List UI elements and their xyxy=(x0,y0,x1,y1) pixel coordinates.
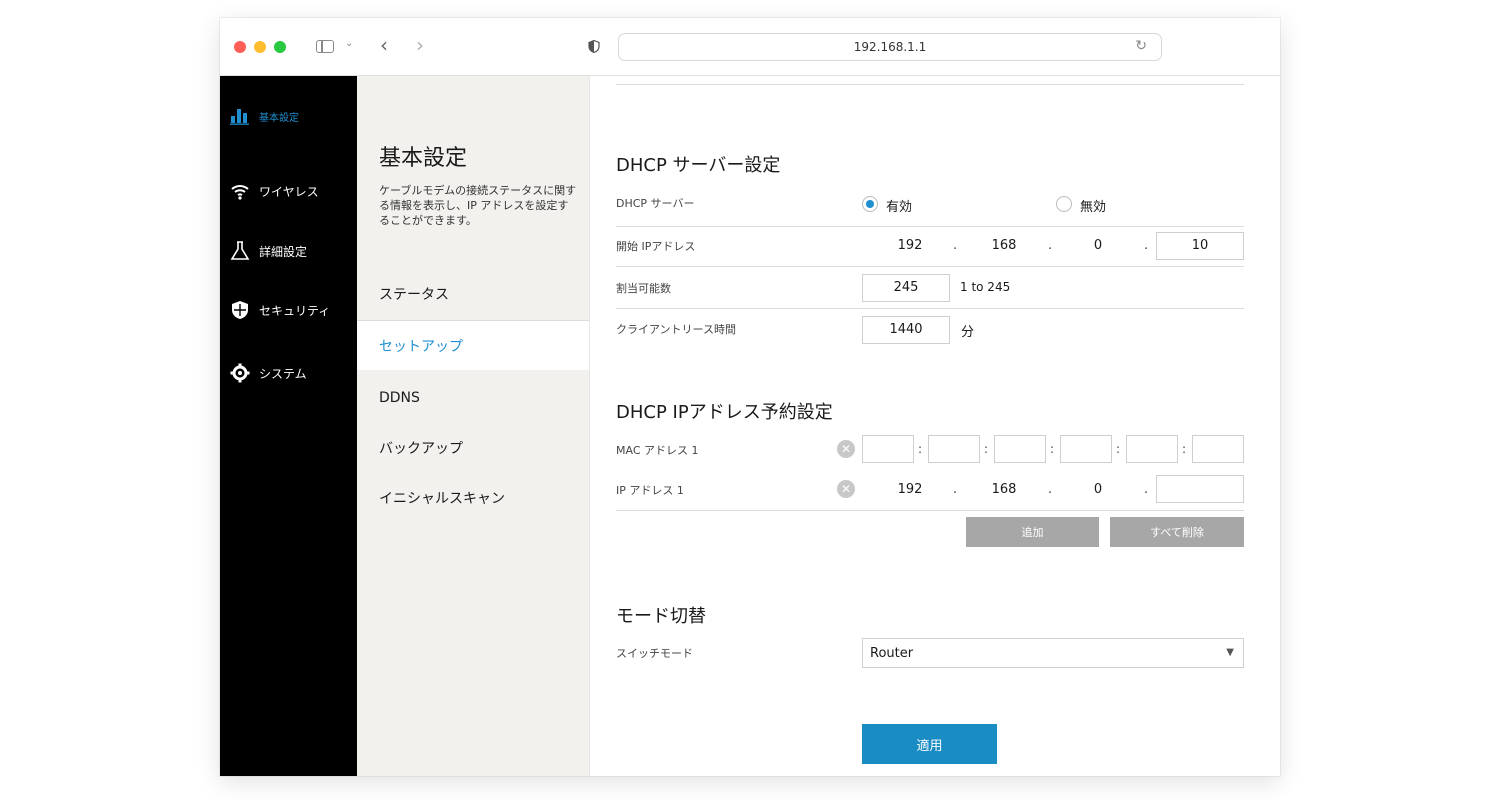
switch-mode-label: スイッチモード xyxy=(616,647,693,660)
zoom-window-button[interactable] xyxy=(274,41,286,53)
mac-colon: : xyxy=(1050,442,1055,456)
switch-mode-select[interactable]: Router ▼ xyxy=(862,638,1244,668)
flask-icon xyxy=(230,241,250,261)
assignable-range: 1 to 245 xyxy=(960,280,1011,294)
dhcp-disabled-radio[interactable] xyxy=(1056,196,1072,212)
mac-octet-2-input[interactable] xyxy=(928,435,980,463)
remove-ip-icon[interactable]: ✕ xyxy=(837,480,855,498)
start-ip-octet-2: 168 xyxy=(991,238,1017,253)
lease-time-label: クライアントリース時間 xyxy=(616,323,737,336)
reserve-ip-octet-4-input[interactable] xyxy=(1156,475,1244,503)
url-text: 192.168.1.1 xyxy=(853,40,927,54)
reserve-ip-octet-2: 168 xyxy=(991,482,1017,497)
mac-octet-3-input[interactable] xyxy=(994,435,1046,463)
start-ip-octet-1: 192 xyxy=(897,238,923,253)
switch-mode-value: Router xyxy=(870,646,914,661)
nav-label: 詳細設定 xyxy=(259,244,308,259)
dhcp-disabled-label: 無効 xyxy=(1080,200,1107,215)
mac-address-label: MAC アドレス 1 xyxy=(616,444,699,457)
minimize-window-button[interactable] xyxy=(254,41,266,53)
nav-item-basic-settings[interactable]: 基本設定 xyxy=(230,104,299,128)
assignable-count-input[interactable]: 245 xyxy=(862,274,950,302)
primary-nav: 基本設定 ワイヤレス 詳細設定 セキュリティ システム xyxy=(220,76,357,776)
main-content: DHCP サーバー設定 DHCP サーバー 有効 無効 開始 IPアドレス 19… xyxy=(590,76,1280,776)
reserve-ip-octet-3: 0 xyxy=(1093,482,1103,497)
privacy-shield-icon[interactable] xyxy=(588,40,600,53)
dhcp-enabled-radio[interactable] xyxy=(862,196,878,212)
nav-item-wireless[interactable]: ワイヤレス xyxy=(230,179,319,203)
lease-time-unit: 分 xyxy=(961,325,975,340)
mac-colon: : xyxy=(1116,442,1121,456)
ip-dot: . xyxy=(1048,238,1053,253)
divider xyxy=(616,226,1244,227)
forward-arrow-icon[interactable]: › xyxy=(416,33,424,57)
mac-colon: : xyxy=(984,442,989,456)
divider xyxy=(616,266,1244,267)
nav-label: 基本設定 xyxy=(259,112,299,124)
ip-address-label: IP アドレス 1 xyxy=(616,484,684,497)
mode-section-title: モード切替 xyxy=(616,606,706,627)
mac-octet-4-input[interactable] xyxy=(1060,435,1112,463)
mac-octet-5-input[interactable] xyxy=(1126,435,1178,463)
address-bar[interactable]: 192.168.1.1 ↻ xyxy=(618,33,1162,61)
reservation-section-title: DHCP IPアドレス予約設定 xyxy=(616,402,833,423)
nav-label: ワイヤレス xyxy=(259,184,319,199)
reserve-ip-octet-1: 192 xyxy=(897,482,923,497)
nav-item-security[interactable]: セキュリティ xyxy=(230,298,330,322)
assignable-count-label: 割当可能数 xyxy=(616,282,671,295)
wifi-icon xyxy=(230,181,250,201)
mac-colon: : xyxy=(1182,442,1187,456)
gear-icon xyxy=(230,363,250,383)
dhcp-server-label: DHCP サーバー xyxy=(616,197,695,210)
page-description: ケーブルモデムの接続ステータスに関する情報を表示し、IP アドレスを設定すること… xyxy=(379,184,577,227)
dropdown-arrow-icon: ▼ xyxy=(1226,647,1234,658)
add-button[interactable]: 追加 xyxy=(966,517,1099,547)
nav-label: システム xyxy=(259,366,307,381)
lease-time-input[interactable]: 1440 xyxy=(862,316,950,344)
mac-octet-6-input[interactable] xyxy=(1192,435,1244,463)
start-ip-label: 開始 IPアドレス xyxy=(616,240,696,253)
submenu-item-setup[interactable]: セットアップ xyxy=(357,320,589,370)
dhcp-enabled-label: 有効 xyxy=(886,200,913,215)
page-title: 基本設定 xyxy=(379,146,468,171)
title-bar: ⌄ ‹ › 192.168.1.1 ↻ xyxy=(220,18,1280,76)
browser-window: ⌄ ‹ › 192.168.1.1 ↻ 基本設定 ワイヤレス 詳細設定 セキュリ… xyxy=(220,18,1280,776)
nav-label: セキュリティ xyxy=(259,303,331,318)
ip-dot: . xyxy=(1144,482,1149,497)
ip-dot: . xyxy=(953,482,958,497)
ip-dot: . xyxy=(1144,238,1149,253)
divider xyxy=(616,510,1244,511)
close-window-button[interactable] xyxy=(234,41,246,53)
bar-chart-icon xyxy=(230,106,250,126)
ip-dot: . xyxy=(953,238,958,253)
mac-colon: : xyxy=(918,442,923,456)
sub-menu: 基本設定 ケーブルモデムの接続ステータスに関する情報を表示し、IP アドレスを設… xyxy=(357,76,590,776)
submenu-item-status[interactable]: ステータス xyxy=(357,269,589,319)
submenu-item-backup[interactable]: バックアップ xyxy=(357,423,589,473)
reload-icon[interactable]: ↻ xyxy=(1135,38,1147,54)
dhcp-section-title: DHCP サーバー設定 xyxy=(616,155,781,176)
sidebar-toggle-icon[interactable] xyxy=(316,40,334,53)
start-ip-octet-3: 0 xyxy=(1093,238,1103,253)
nav-item-system[interactable]: システム xyxy=(230,361,307,385)
mac-octet-1-input[interactable] xyxy=(862,435,914,463)
nav-item-advanced[interactable]: 詳細設定 xyxy=(230,239,307,263)
chevron-down-icon[interactable]: ⌄ xyxy=(345,38,353,49)
delete-all-button[interactable]: すべて削除 xyxy=(1110,517,1244,547)
submenu-item-ddns[interactable]: DDNS xyxy=(357,373,589,423)
ip-dot: . xyxy=(1048,482,1053,497)
divider xyxy=(616,308,1244,309)
submenu-item-initial-scan[interactable]: イニシャルスキャン xyxy=(357,473,589,523)
apply-button[interactable]: 適用 xyxy=(862,724,997,764)
back-arrow-icon[interactable]: ‹ xyxy=(380,33,388,57)
start-ip-octet-4-input[interactable]: 10 xyxy=(1156,232,1244,260)
divider xyxy=(616,84,1244,85)
remove-mac-icon[interactable]: ✕ xyxy=(837,440,855,458)
shield-icon xyxy=(230,300,250,320)
